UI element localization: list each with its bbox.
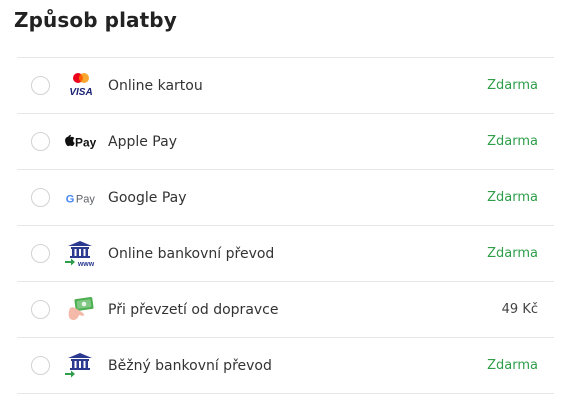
- payment-option-label: Apple Pay: [108, 133, 177, 150]
- visa-mastercard-icon: VISA: [64, 72, 98, 100]
- bank-transfer-icon: [64, 352, 98, 380]
- svg-text:G: G: [66, 193, 75, 205]
- google-pay-icon: G Pay: [64, 184, 98, 212]
- radio-button[interactable]: [31, 299, 50, 319]
- payment-option-apple-pay[interactable]: Pay Apple Pay Zdarma: [17, 114, 554, 170]
- payment-option-price: Zdarma: [487, 134, 538, 149]
- payment-option-label: Online kartou: [108, 77, 203, 94]
- payment-option-cash-on-delivery[interactable]: Při převzetí od dopravce 49 Kč: [17, 282, 554, 338]
- payment-option-price: Zdarma: [487, 190, 538, 205]
- svg-text:Pay: Pay: [75, 135, 97, 149]
- radio-button[interactable]: [31, 355, 50, 375]
- svg-text:www: www: [77, 261, 95, 268]
- payment-option-label: Online bankovní převod: [108, 245, 275, 262]
- payment-option-google-pay[interactable]: G Pay Google Pay Zdarma: [17, 170, 554, 226]
- payment-option-price: 49 Kč: [501, 302, 538, 317]
- payment-option-price: Zdarma: [487, 78, 538, 93]
- payment-option-online-card[interactable]: VISA Online kartou Zdarma: [17, 58, 554, 114]
- payment-option-bank-transfer[interactable]: Běžný bankovní převod Zdarma: [17, 338, 554, 394]
- apple-pay-icon: Pay: [64, 128, 98, 156]
- page-title: Způsob platby: [14, 8, 177, 32]
- radio-button[interactable]: [31, 131, 50, 151]
- svg-text:VISA: VISA: [69, 87, 92, 98]
- payment-method-list: VISA Online kartou Zdarma Pay Apple Pay …: [17, 57, 554, 394]
- payment-option-price: Zdarma: [487, 358, 538, 373]
- bank-transfer-www-icon: www: [64, 240, 98, 268]
- radio-button[interactable]: [31, 243, 50, 263]
- cash-on-delivery-icon: [64, 296, 98, 324]
- payment-option-label: Běžný bankovní převod: [108, 357, 272, 374]
- radio-button[interactable]: [31, 75, 50, 95]
- payment-option-price: Zdarma: [487, 246, 538, 261]
- payment-option-label: Google Pay: [108, 189, 187, 206]
- svg-text:Pay: Pay: [76, 193, 96, 205]
- payment-option-label: Při převzetí od dopravce: [108, 301, 279, 318]
- radio-button[interactable]: [31, 187, 50, 207]
- payment-option-online-bank-transfer[interactable]: www Online bankovní převod Zdarma: [17, 226, 554, 282]
